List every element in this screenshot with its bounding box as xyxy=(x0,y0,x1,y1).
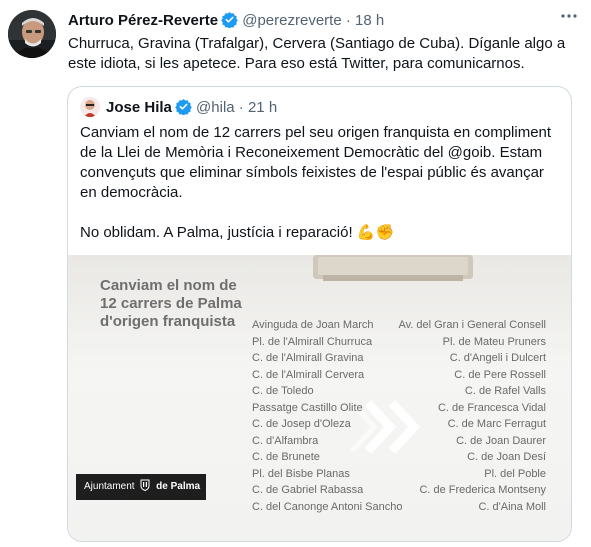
logo-prefix: Ajuntament xyxy=(84,481,135,492)
street-name: Pl. de l'Almirall Churruca xyxy=(252,335,373,348)
quote-author-name: Jose Hila xyxy=(106,99,172,116)
left-street-list: Avinguda de Joan March Pl. de l'Almirall… xyxy=(252,317,402,515)
quote-header-separator: · xyxy=(238,99,244,116)
street-name: C. del Canonge Antoni Sancho xyxy=(252,500,403,513)
quote-time: 21 h xyxy=(247,99,278,116)
street-name: Passatge Castillo Olite xyxy=(252,401,363,414)
street-name: C. de l'Almirall Gravina xyxy=(252,352,364,364)
street-name: C. de Joan Daurer xyxy=(456,434,546,447)
street-name: C. de Marc Ferragut xyxy=(447,418,546,430)
street-name: C. d'Angeli i Dulcert xyxy=(449,352,546,364)
quote-text: Canviam el nom de 12 carrers pel seu ori… xyxy=(80,123,560,243)
logo-name: de Palma xyxy=(156,481,201,492)
street-name: C. de Francesca Vidal xyxy=(437,401,546,414)
crest-icon xyxy=(140,476,150,492)
quote-image[interactable]: Canviam el nom de 12 carrers de Palma d'… xyxy=(68,255,571,541)
tweet-text: Churruca, Gravina (Trafalgar), Cervera (… xyxy=(68,35,566,72)
tweet-time[interactable]: 18 h xyxy=(355,12,384,29)
street-name: Pl. del Poble xyxy=(484,467,546,480)
street-name: C. de Pere Rossell xyxy=(454,368,546,381)
street-name: C. de Josep d'Oleza xyxy=(252,418,351,430)
street-name: Pl. de Mateu Pruners xyxy=(442,335,546,348)
quote-author-avatar xyxy=(80,97,100,117)
header-separator: · xyxy=(345,12,351,29)
image-title: Canviam el nom de 12 carrers de Palma d'… xyxy=(100,277,242,330)
street-name: C. de Gabriel Rabassa xyxy=(252,484,364,496)
author-avatar[interactable] xyxy=(8,10,56,58)
street-name: Av. del Gran i General Consell xyxy=(398,319,546,331)
right-street-list: Av. del Gran i General Consell Pl. de Ma… xyxy=(386,317,546,515)
street-name: C. d'Aina Moll xyxy=(478,500,546,513)
quote-verified-badge-icon xyxy=(175,98,192,116)
street-name: C. d'Alfambra xyxy=(252,434,319,447)
quote-text-paragraph-2: No oblidam. A Palma, justícia i reparaci… xyxy=(80,224,395,241)
street-name: C. de Toledo xyxy=(252,385,314,397)
quote-header: Jose Hila @hila · 21 h xyxy=(80,97,277,119)
quote-text-paragraph-1: Canviam el nom de 12 carrers pel seu ori… xyxy=(80,124,552,201)
quoted-tweet[interactable]: Jose Hila @hila · 21 h Canviam el nom de… xyxy=(67,86,572,542)
street-name: C. de Joan Desí xyxy=(467,451,546,463)
street-name: Avinguda de Joan March xyxy=(252,319,374,331)
street-name: Pl. del Bisbe Planas xyxy=(252,467,350,480)
tweet-header: Arturo Pérez-Reverte @perezreverte · 18 … xyxy=(68,11,583,31)
more-horizontal-icon[interactable] xyxy=(557,6,581,30)
author-name[interactable]: Arturo Pérez-Reverte xyxy=(68,12,218,29)
quote-author-handle: @hila xyxy=(196,99,235,116)
verified-badge-icon xyxy=(221,11,238,29)
street-name: C. de l'Almirall Cervera xyxy=(252,368,365,381)
author-handle[interactable]: @perezreverte xyxy=(242,12,341,29)
street-name: C. de Frederica Montseny xyxy=(419,484,546,496)
street-name: C. de Brunete xyxy=(252,451,320,463)
street-name: C. de Rafel Valls xyxy=(464,385,546,397)
ajuntament-logo: Ajuntament de Palma xyxy=(76,474,206,500)
